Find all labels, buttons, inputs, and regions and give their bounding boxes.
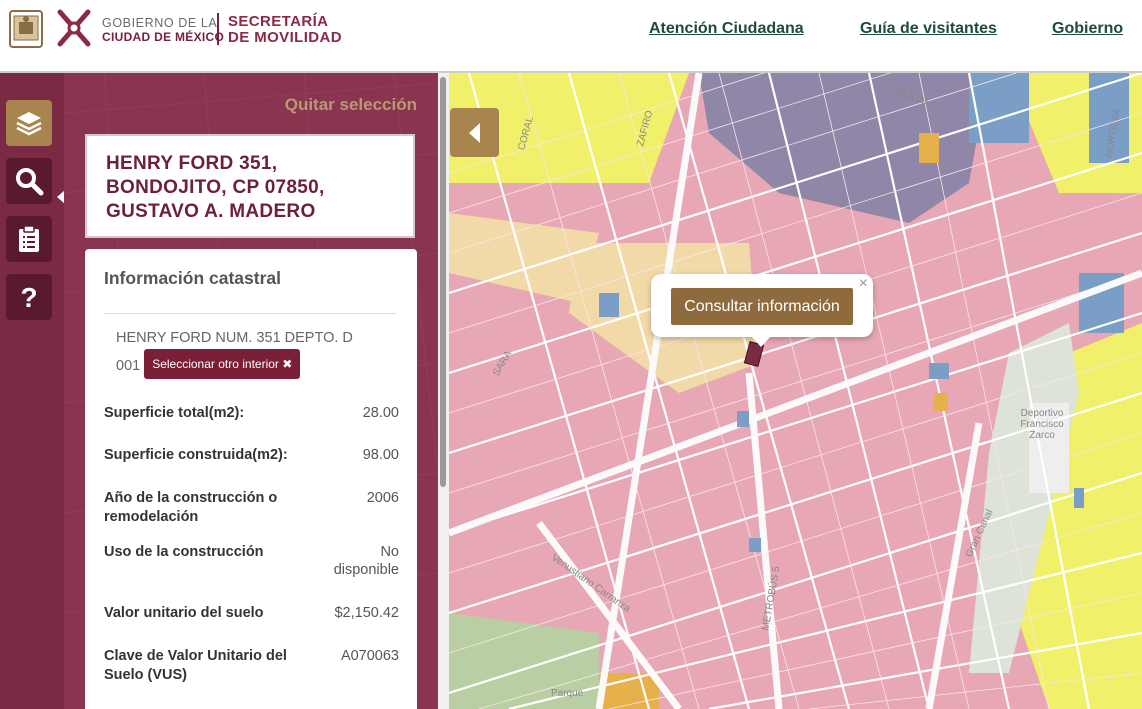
layers-button[interactable] (6, 100, 52, 146)
collapse-panel-button[interactable] (450, 108, 499, 157)
layers-icon (16, 112, 42, 136)
clear-selection-link[interactable]: Quitar selección (285, 95, 417, 115)
row-value: 28.00 (362, 405, 399, 421)
row-label: Año de la construcción o remodelación (104, 490, 278, 525)
tool-rail: ? (0, 73, 65, 709)
row-value: No disponible (333, 544, 399, 578)
row-label: Uso de la construcción (104, 544, 264, 560)
nav-gobierno[interactable]: Gobierno (1052, 20, 1123, 38)
row-label: Superficie construida(m2): (104, 447, 288, 463)
info-title: Información catastral (104, 268, 281, 288)
info-separator (104, 313, 396, 314)
park-label-deportivo: Deportivo Francisco Zarco (1020, 408, 1064, 441)
address-card: HENRY FORD 351, BONDOJITO, CP 07850, GUS… (85, 134, 415, 238)
gov-wordmark: GOBIERNO DE LA CIUDAD DE MÉXICO (102, 16, 224, 44)
interior-block: HENRY FORD NUM. 351 DEPTO. D 001 Seleccio… (116, 325, 376, 381)
row-value: $2,150.42 (334, 605, 399, 621)
help-button[interactable]: ? (6, 274, 52, 320)
sec-line1: SECRETARÍA (228, 13, 329, 30)
svg-text:?: ? (20, 282, 37, 312)
address-line-3: GUSTAVO A. MADERO (106, 201, 316, 222)
sec-line2: DE MOVILIDAD (228, 29, 342, 46)
search-icon (16, 168, 44, 196)
row-value: 98.00 (362, 447, 399, 463)
secretaria-wordmark: SECRETARÍA DE MOVILIDAD (228, 14, 342, 46)
popup-pointer (751, 336, 771, 347)
consult-info-button[interactable]: Consultar información (671, 288, 853, 325)
select-other-interior-button[interactable]: Seleccionar otro interior ✖ (144, 349, 301, 379)
park-label: Parque (551, 688, 584, 699)
cadastral-map[interactable]: PELICANO NORTE 84 Deportivo Francisco Za… (449, 73, 1142, 709)
chevron-left-icon (468, 122, 480, 143)
address-line-1: HENRY FORD 351, (106, 153, 278, 174)
gov-line1: GOBIERNO DE LA (102, 16, 218, 30)
search-button[interactable] (6, 158, 52, 204)
address-line-2: BONDOJITO, CP 07850, (106, 177, 325, 198)
gov-line2: CIUDAD DE MÉXICO (102, 30, 225, 44)
clipboard-button[interactable] (6, 216, 52, 262)
mexico-crest-icon (9, 10, 43, 48)
site-header: GOBIERNO DE LA CIUDAD DE MÉXICO SECRETAR… (0, 0, 1142, 73)
map-canvas[interactable] (449, 73, 1142, 709)
row-value: A070063 (340, 648, 399, 664)
row-label: Superficie total(m2): (104, 405, 245, 421)
panel-scrollbar[interactable] (438, 73, 449, 709)
popup-close-button[interactable]: × (859, 275, 868, 293)
clipboard-icon (19, 225, 39, 252)
scrollbar-thumb[interactable] (440, 77, 446, 487)
nav-atencion-ciudadana[interactable]: Atención Ciudadana (649, 20, 804, 38)
help-icon: ? (20, 282, 37, 312)
cdmx-logo-icon (57, 9, 91, 47)
header-divider (217, 13, 219, 45)
info-panel: Quitar selección HENRY FORD 351, BONDOJI… (64, 73, 438, 709)
row-label: Clave de Valor Unitario del Suelo (VUS) (104, 648, 287, 683)
address-text: HENRY FORD 351, BONDOJITO, CP 07850, GUS… (106, 152, 325, 224)
map-popup: × Consultar información (651, 274, 873, 337)
nav-guia-visitantes[interactable]: Guía de visitantes (860, 20, 997, 38)
cadastral-info-card: Información catastral HENRY FORD NUM. 35… (85, 249, 417, 709)
row-label: Valor unitario del suelo (104, 605, 264, 621)
row-value: 2006 (366, 490, 399, 506)
